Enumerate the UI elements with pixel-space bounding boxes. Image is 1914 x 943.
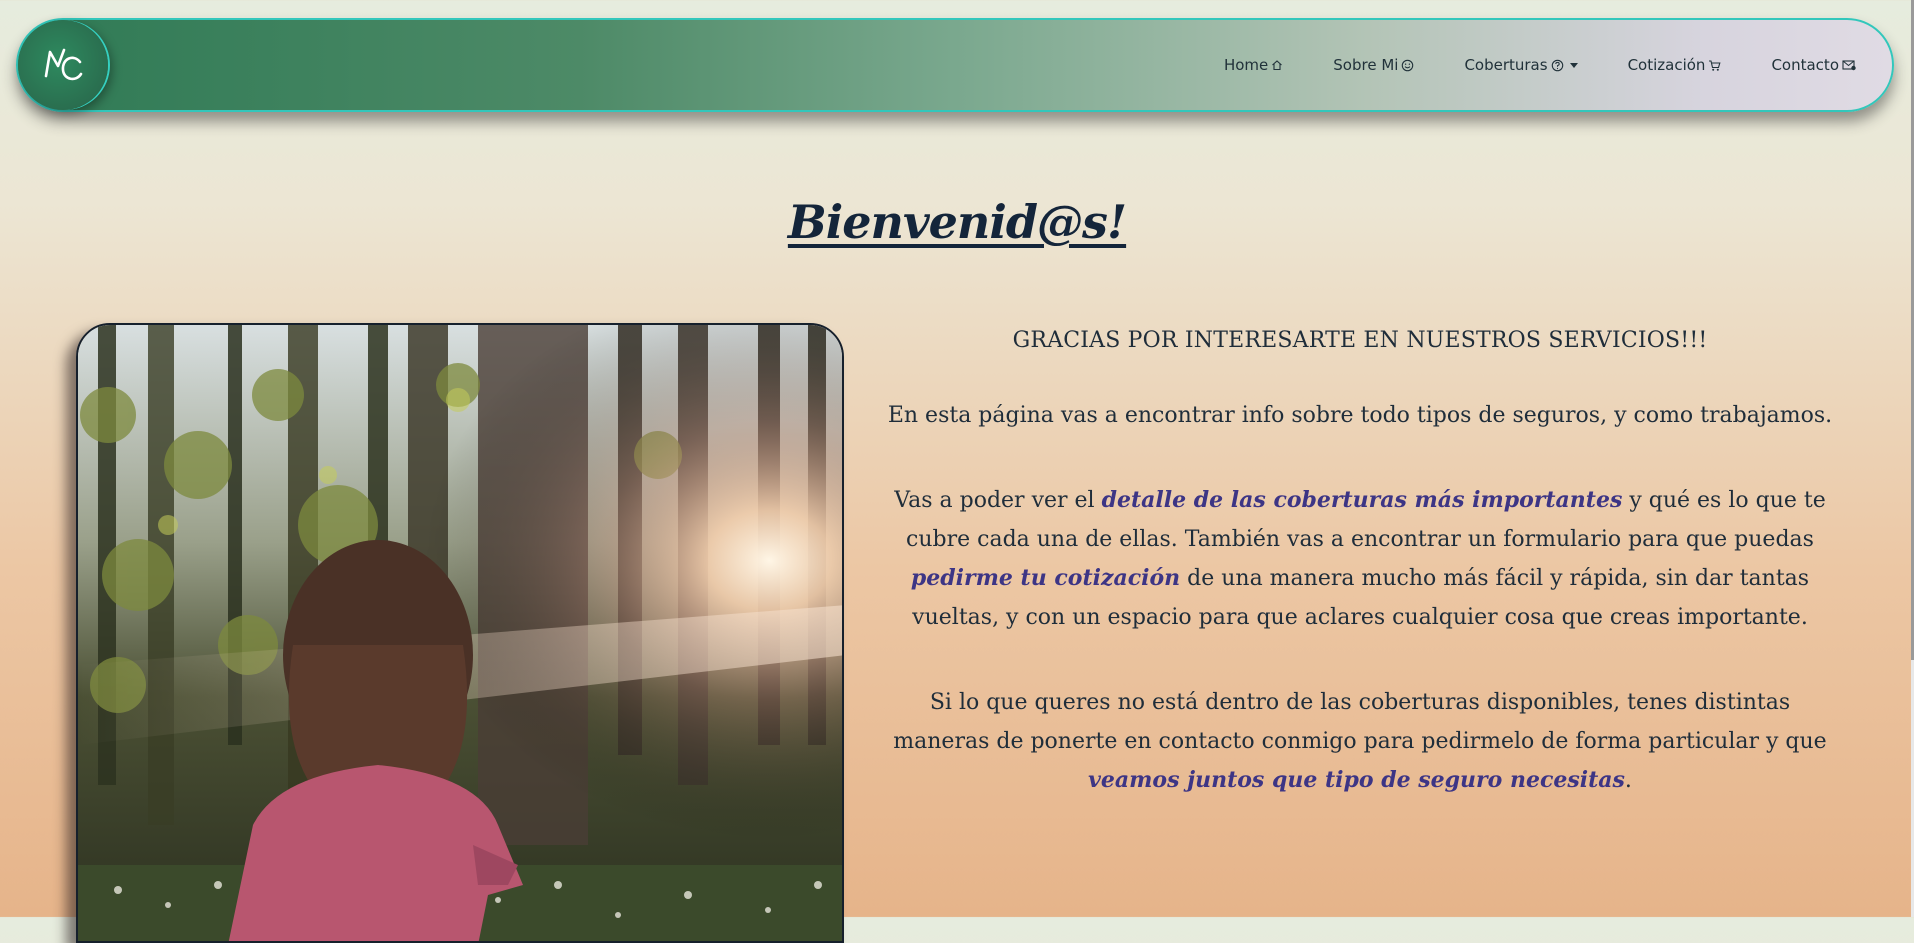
mc-logo[interactable]	[18, 20, 108, 110]
nav-home-label: Home	[1223, 56, 1269, 74]
welcome-subtitle: GRACIAS POR INTERESARTE EN NUESTROS SERV…	[1012, 328, 1708, 353]
intro-paragraph: En esta página vas a encontrar info sobr…	[887, 403, 1833, 428]
welcome-content: GRACIAS POR INTERESARTE EN NUESTROS SERV…	[880, 318, 1840, 800]
navbar: Home Sobre Mi Coberturas Cotización Cont…	[16, 18, 1894, 112]
coverage-emphasis-cotizacion: pedirme tu cotización	[910, 565, 1181, 591]
coverage-emphasis-detalle: detalle de las coberturas más importante…	[1101, 487, 1623, 513]
contact-emphasis: veamos juntos que tipo de seguro necesit…	[1088, 767, 1625, 793]
coverage-text-a: Vas a poder ver el	[894, 488, 1102, 513]
nav-contacto-label: Contacto	[1771, 56, 1839, 74]
nav-sobre-mi[interactable]: Sobre Mi	[1333, 56, 1414, 74]
page-title: Bienvenid@s!	[787, 195, 1127, 249]
question-circle-icon	[1551, 59, 1564, 72]
chevron-down-icon	[1569, 62, 1578, 68]
nav-cotizacion[interactable]: Cotización	[1628, 56, 1722, 74]
mc-logo-mark	[44, 48, 83, 81]
nav-coberturas-dropdown[interactable]: Coberturas	[1464, 56, 1578, 74]
hero-photo	[76, 323, 844, 943]
nav-sobre-mi-label: Sobre Mi	[1333, 56, 1399, 74]
cart-icon	[1708, 59, 1721, 72]
envelope-icon	[1842, 59, 1856, 71]
nav-contacto[interactable]: Contacto	[1771, 56, 1856, 74]
smiley-icon	[1401, 59, 1414, 72]
contact-text-a: Si lo que queres no está dentro de las c…	[893, 690, 1827, 754]
nav-cotizacion-label: Cotización	[1627, 56, 1706, 74]
coverage-paragraph: Vas a poder ver el detalle de las cobert…	[880, 481, 1840, 637]
nav-links: Home Sobre Mi Coberturas Cotización Cont…	[1174, 20, 1856, 110]
contact-text-b: .	[1624, 768, 1632, 793]
contact-paragraph: Si lo que queres no está dentro de las c…	[880, 683, 1840, 800]
nav-home[interactable]: Home	[1224, 56, 1283, 74]
nav-coberturas-label: Coberturas	[1464, 56, 1548, 74]
house-icon	[1271, 59, 1283, 71]
